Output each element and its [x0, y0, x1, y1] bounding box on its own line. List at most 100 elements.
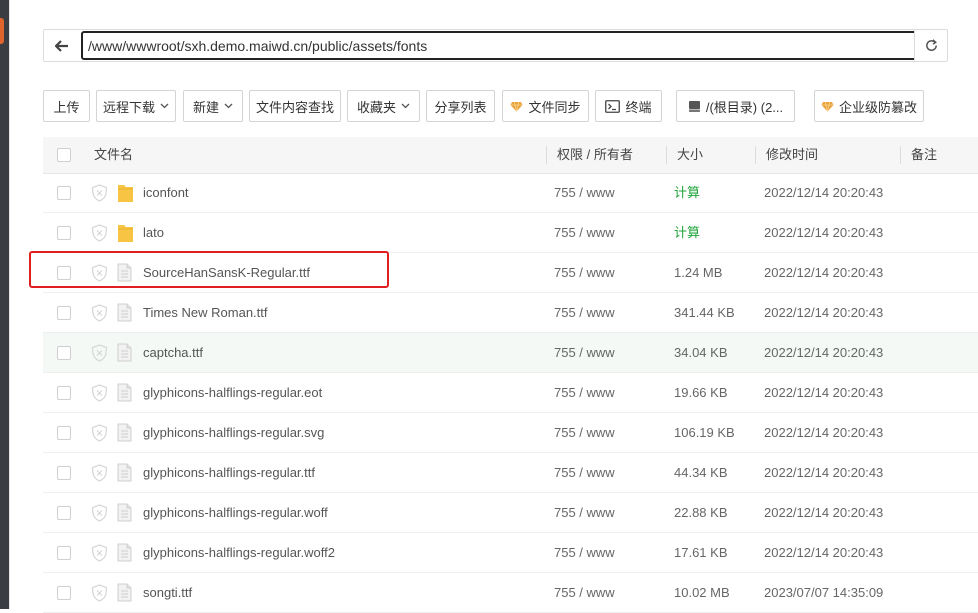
- protect-status-icon[interactable]: [91, 344, 108, 365]
- file-size: 17.61 KB: [674, 545, 728, 560]
- file-name[interactable]: captcha.ttf: [143, 333, 203, 373]
- modified-time: 2022/12/14 20:20:43: [764, 225, 884, 240]
- table-row[interactable]: Times New Roman.ttf 755 / www 341.44 KB 202…: [43, 293, 978, 333]
- perm-owner[interactable]: 755 / www: [554, 573, 615, 613]
- enterprise-tamper-button[interactable]: 企业级防篡改: [814, 90, 924, 122]
- perm-owner[interactable]: 755 / www: [554, 253, 615, 293]
- row-checkbox[interactable]: [57, 346, 71, 360]
- row-checkbox[interactable]: [57, 466, 71, 480]
- file-name[interactable]: SourceHanSansK-Regular.ttf: [143, 253, 310, 293]
- favorites-button[interactable]: 收藏夹: [347, 90, 420, 122]
- file-name[interactable]: glyphicons-halflings-regular.woff: [143, 493, 328, 533]
- modified-time: 2022/12/14 20:20:43: [764, 185, 884, 200]
- file-size: 22.88 KB: [674, 505, 728, 520]
- protect-status-icon[interactable]: [91, 384, 108, 405]
- file-icon: [117, 423, 132, 442]
- row-checkbox[interactable]: [57, 426, 71, 440]
- column-header-size[interactable]: 大小: [677, 137, 703, 173]
- column-header-mtime[interactable]: 修改时间: [766, 137, 818, 173]
- row-checkbox[interactable]: [57, 586, 71, 600]
- modified-time: 2022/12/14 20:20:43: [764, 385, 884, 400]
- remote-download-label: 远程下载: [102, 99, 155, 115]
- column-header-name[interactable]: 文件名: [94, 137, 133, 173]
- row-checkbox[interactable]: [57, 186, 71, 200]
- column-divider: [546, 146, 547, 164]
- new-button[interactable]: 新建: [183, 90, 243, 122]
- perm-owner[interactable]: 755 / www: [554, 173, 615, 213]
- perm-owner[interactable]: 755 / www: [554, 373, 615, 413]
- file-table-header: 文件名 权限 / 所有者 大小 修改时间 备注: [43, 137, 978, 174]
- row-checkbox[interactable]: [57, 386, 71, 400]
- shield-x-icon: [91, 184, 108, 202]
- perm-owner[interactable]: 755 / www: [554, 413, 615, 453]
- table-row[interactable]: glyphicons-halflings-regular.eot 755 / ww…: [43, 373, 978, 413]
- file-name[interactable]: Times New Roman.ttf: [143, 293, 268, 333]
- file-type-icon: [117, 263, 132, 285]
- perm-owner[interactable]: 755 / www: [554, 453, 615, 493]
- protect-status-icon[interactable]: [91, 184, 108, 205]
- path-bar: [43, 29, 923, 62]
- terminal-button[interactable]: 终端: [595, 90, 662, 122]
- table-row[interactable]: songti.ttf 755 / www 10.02 MB 2023/07/07 14…: [43, 573, 978, 613]
- content-search-button[interactable]: 文件内容查找: [249, 90, 341, 122]
- protect-status-icon[interactable]: [91, 504, 108, 525]
- file-name[interactable]: glyphicons-halflings-regular.eot: [143, 373, 322, 413]
- table-row[interactable]: iconfont 755 / www 计算 2022/12/14 20:20:43: [43, 173, 978, 213]
- table-row[interactable]: captcha.ttf 755 / www 34.04 KB 2022/12/14 2…: [43, 333, 978, 373]
- modified-time: 2023/07/07 14:35:09: [764, 585, 884, 600]
- modified-time: 2022/12/14 20:20:43: [764, 545, 884, 560]
- file-icon: [117, 503, 132, 522]
- row-checkbox[interactable]: [57, 306, 71, 320]
- share-list-button[interactable]: 分享列表: [426, 90, 495, 122]
- protect-status-icon[interactable]: [91, 264, 108, 285]
- file-name[interactable]: songti.ttf: [143, 573, 192, 613]
- file-name[interactable]: glyphicons-halflings-regular.woff2: [143, 533, 335, 573]
- file-type-icon: [117, 423, 132, 445]
- path-input[interactable]: [81, 31, 923, 60]
- table-row[interactable]: glyphicons-halflings-regular.svg 755 / ww…: [43, 413, 978, 453]
- table-row[interactable]: SourceHanSansK-Regular.ttf 755 / www 1.24 …: [43, 253, 978, 293]
- protect-status-icon[interactable]: [91, 544, 108, 565]
- table-row[interactable]: glyphicons-halflings-regular.woff 755 / w…: [43, 493, 978, 533]
- file-sync-label: 文件同步: [528, 99, 581, 115]
- left-sidebar-strip: [0, 0, 9, 609]
- protect-status-icon[interactable]: [91, 584, 108, 605]
- protect-status-icon[interactable]: [91, 464, 108, 485]
- perm-owner[interactable]: 755 / www: [554, 533, 615, 573]
- back-button[interactable]: [44, 30, 80, 61]
- perm-owner[interactable]: 755 / www: [554, 333, 615, 373]
- row-checkbox[interactable]: [57, 506, 71, 520]
- file-sync-button[interactable]: 文件同步: [502, 90, 589, 122]
- shield-x-icon: [91, 224, 108, 242]
- calculate-size-link[interactable]: 计算: [674, 213, 700, 253]
- file-icon: [117, 343, 132, 362]
- modified-time: 2022/12/14 20:20:43: [764, 465, 884, 480]
- row-checkbox[interactable]: [57, 266, 71, 280]
- refresh-button[interactable]: [914, 29, 948, 62]
- row-checkbox[interactable]: [57, 546, 71, 560]
- file-name[interactable]: lato: [143, 213, 164, 253]
- perm-owner[interactable]: 755 / www: [554, 213, 615, 253]
- table-row[interactable]: lato 755 / www 计算 2022/12/14 20:20:43: [43, 213, 978, 253]
- column-header-perm-owner[interactable]: 权限 / 所有者: [557, 137, 633, 173]
- file-name[interactable]: glyphicons-halflings-regular.svg: [143, 413, 324, 453]
- perm-owner[interactable]: 755 / www: [554, 293, 615, 333]
- shield-x-icon: [91, 384, 108, 402]
- shield-x-icon: [91, 424, 108, 442]
- calculate-size-link[interactable]: 计算: [674, 173, 700, 213]
- perm-owner[interactable]: 755 / www: [554, 493, 615, 533]
- select-all-checkbox[interactable]: [57, 148, 71, 162]
- upload-button[interactable]: 上传: [43, 90, 90, 122]
- file-name[interactable]: iconfont: [143, 173, 189, 213]
- disk-button[interactable]: /(根目录) (2...: [676, 90, 795, 122]
- file-size: 10.02 MB: [674, 585, 730, 600]
- file-size: 106.19 KB: [674, 425, 735, 440]
- protect-status-icon[interactable]: [91, 424, 108, 445]
- row-checkbox[interactable]: [57, 226, 71, 240]
- file-name[interactable]: glyphicons-halflings-regular.ttf: [143, 453, 315, 493]
- table-row[interactable]: glyphicons-halflings-regular.woff2 755 / …: [43, 533, 978, 573]
- remote-download-button[interactable]: 远程下载: [96, 90, 176, 122]
- table-row[interactable]: glyphicons-halflings-regular.ttf 755 / ww…: [43, 453, 978, 493]
- protect-status-icon[interactable]: [91, 224, 108, 245]
- protect-status-icon[interactable]: [91, 304, 108, 325]
